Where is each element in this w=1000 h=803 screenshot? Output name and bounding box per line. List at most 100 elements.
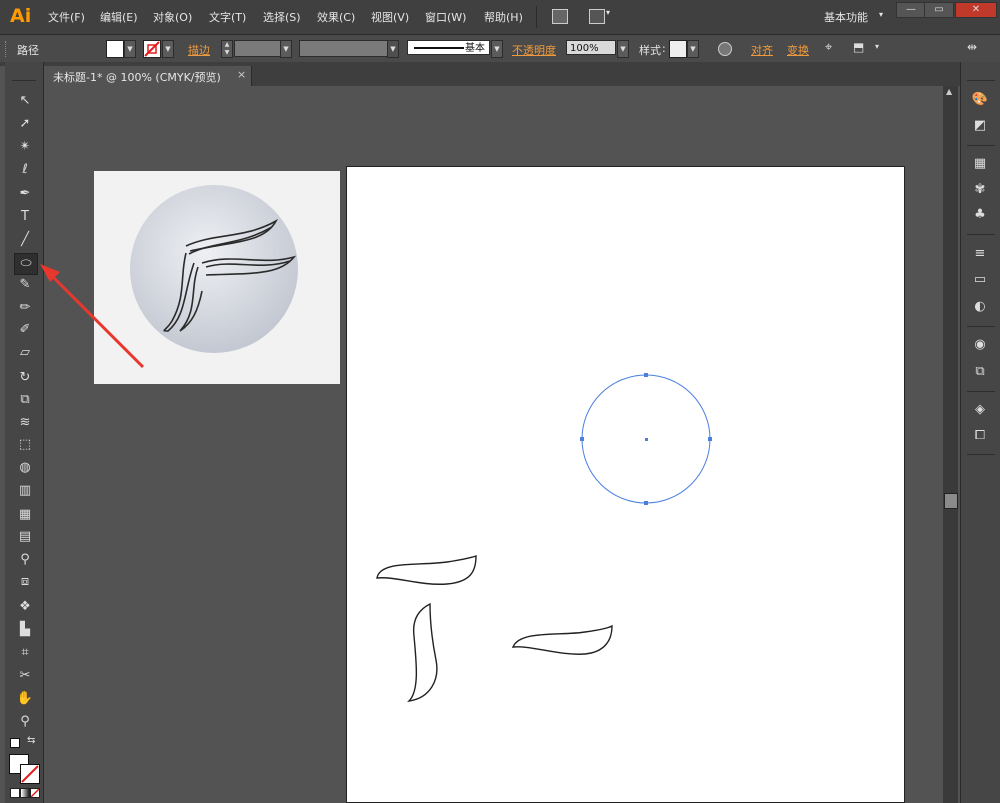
gradient-mode-icon[interactable] — [20, 788, 30, 798]
selection-type-label: 路径 — [17, 44, 39, 57]
menu-help[interactable]: 帮助(H) — [484, 9, 523, 25]
stroke-label[interactable]: 描边 — [188, 42, 210, 58]
menu-type[interactable]: 文字(T) — [209, 9, 246, 25]
graphic-styles-panel-icon[interactable]: ⧉ — [970, 362, 990, 382]
stroke-dropdown-icon[interactable]: ▼ — [162, 40, 174, 58]
opacity-dropdown-icon[interactable]: ▼ — [617, 40, 629, 58]
stroke-panel-icon[interactable]: ≡ — [970, 244, 990, 264]
magic-wand-tool-icon[interactable]: ✴ — [14, 137, 36, 157]
free-transform-tool-icon[interactable]: ⬚ — [14, 435, 36, 455]
recolor-artwork-icon[interactable] — [718, 42, 732, 56]
perspective-grid-tool-icon[interactable]: ▥ — [14, 481, 36, 501]
opacity-field[interactable]: 100% — [566, 40, 616, 55]
isolate-object-icon[interactable]: ⌖ — [825, 40, 832, 55]
artboard[interactable] — [346, 166, 905, 803]
appearance-panel-icon[interactable]: ◉ — [970, 335, 990, 355]
rotate-tool-icon[interactable]: ↻ — [14, 368, 36, 388]
close-tab-icon[interactable]: × — [237, 68, 246, 81]
gradient-tool-icon[interactable]: ▤ — [14, 527, 36, 547]
scroll-up-arrow-icon[interactable]: ▲ — [946, 87, 952, 96]
vertical-scroll-thumb[interactable] — [944, 493, 958, 509]
menu-effect[interactable]: 效果(C) — [317, 9, 355, 25]
menu-view[interactable]: 视图(V) — [371, 9, 409, 25]
hand-tool-icon[interactable]: ✋ — [14, 689, 36, 709]
variable-width-profile[interactable] — [299, 40, 388, 57]
pen-tool-icon[interactable]: ✒ — [14, 184, 36, 204]
blob-brush-tool-icon[interactable]: ✐ — [14, 320, 36, 340]
graphic-style-swatch[interactable] — [669, 40, 687, 58]
scale-tool-icon[interactable]: ⧉ — [14, 390, 36, 410]
arrange-documents-chevron-icon[interactable]: ▾ — [606, 8, 610, 17]
eraser-tool-icon[interactable]: ▱ — [14, 343, 36, 363]
fill-swatch[interactable] — [106, 40, 124, 58]
mesh-tool-icon[interactable]: ▦ — [14, 505, 36, 525]
transparency-panel-icon[interactable]: ◐ — [970, 297, 990, 317]
stroke-weight-stepper[interactable]: ▲ ▼ — [221, 40, 233, 58]
none-mode-icon[interactable] — [30, 788, 40, 798]
maximize-button[interactable]: ▭ — [924, 2, 954, 18]
stroke-preview-line — [414, 47, 464, 49]
color-guide-icon[interactable]: ◩ — [970, 116, 990, 136]
minimize-button[interactable]: — — [896, 2, 926, 18]
slice-tool-icon[interactable]: ✂ — [14, 666, 36, 686]
bridge-icon[interactable] — [552, 9, 568, 24]
ellipse-tool-icon[interactable]: ⬭ — [14, 253, 38, 275]
eyedropper-tool-icon[interactable]: ⚲ — [14, 550, 36, 570]
reference-image[interactable] — [94, 171, 340, 384]
brushes-panel-icon[interactable]: ✾ — [970, 180, 990, 200]
menu-bar: Ai 文件(F) 编辑(E) 对象(O) 文字(T) 选择(S) 效果(C) 视… — [0, 0, 1000, 35]
default-colors-icon[interactable] — [10, 738, 20, 748]
menu-file[interactable]: 文件(F) — [48, 9, 85, 25]
tab-document[interactable]: 未标题-1* @ 100% (CMYK/预览) × — [45, 66, 252, 86]
symbols-panel-icon[interactable]: ♣ — [970, 205, 990, 225]
arrange-documents-icon[interactable] — [589, 9, 605, 24]
menu-object[interactable]: 对象(O) — [153, 9, 192, 25]
width-tool-icon[interactable]: ≋ — [14, 413, 36, 433]
transform-link[interactable]: 变换 — [787, 42, 809, 58]
panel-menu-icon[interactable]: ⇹ — [967, 40, 977, 54]
stroke-color-box[interactable] — [20, 764, 40, 784]
menu-edit[interactable]: 编辑(E) — [100, 9, 138, 25]
direct-selection-tool-icon[interactable]: ➚ — [14, 114, 36, 134]
envelope-icon[interactable]: ⬒ — [853, 40, 864, 54]
workspace-switcher[interactable]: 基本功能 — [824, 9, 868, 25]
pencil-tool-icon[interactable]: ✏ — [14, 298, 36, 318]
fill-dropdown-icon[interactable]: ▼ — [124, 40, 136, 58]
gradient-panel-icon[interactable]: ▭ — [970, 270, 990, 290]
workspace-chevron-icon[interactable]: ▾ — [879, 10, 883, 19]
color-panel-icon[interactable]: 🎨 — [970, 90, 990, 110]
vertical-scrollbar[interactable] — [943, 86, 958, 803]
align-link[interactable]: 对齐 — [751, 42, 773, 58]
dock-divider — [967, 145, 995, 146]
color-mode-icon[interactable] — [10, 788, 20, 798]
envelope-chevron-icon[interactable]: ▾ — [875, 42, 879, 51]
graphic-style-dropdown-icon[interactable]: ▼ — [687, 40, 699, 58]
stroke-swatch[interactable] — [143, 40, 161, 58]
variable-width-dropdown-icon[interactable]: ▼ — [387, 40, 399, 58]
shape-builder-tool-icon[interactable]: ◍ — [14, 458, 36, 478]
line-tool-icon[interactable]: ╱ — [14, 230, 36, 250]
panel-dock: 🎨 ◩ ▦ ✾ ♣ ≡ ▭ ◐ ◉ ⧉ ◈ ⧠ — [960, 62, 1000, 803]
lasso-tool-icon[interactable]: ℓ — [14, 160, 36, 180]
swap-colors-icon[interactable]: ⇆ — [27, 735, 35, 746]
brush-dropdown-icon[interactable]: ▼ — [491, 40, 503, 58]
close-button[interactable]: ✕ — [955, 2, 997, 18]
dock-grip — [967, 80, 995, 81]
selection-tool-icon[interactable]: ↖ — [14, 91, 36, 111]
stroke-weight-dropdown-icon[interactable]: ▼ — [280, 40, 292, 58]
paintbrush-tool-icon[interactable]: ✎ — [14, 275, 36, 295]
swatches-panel-icon[interactable]: ▦ — [970, 154, 990, 174]
zoom-tool-icon[interactable]: ⚲ — [14, 712, 36, 732]
artboards-panel-icon[interactable]: ⧠ — [970, 426, 990, 446]
layers-panel-icon[interactable]: ◈ — [970, 400, 990, 420]
artboard-tool-icon[interactable]: ⌗ — [14, 643, 36, 663]
menu-window[interactable]: 窗口(W) — [425, 9, 466, 25]
menu-select[interactable]: 选择(S) — [263, 9, 301, 25]
blend-tool-icon[interactable]: ⧈ — [14, 572, 36, 592]
brush-definition-field[interactable]: 基本 — [407, 40, 490, 55]
stroke-weight-field[interactable] — [234, 40, 281, 57]
column-graph-tool-icon[interactable]: ▙ — [14, 620, 36, 640]
opacity-label[interactable]: 不透明度 — [512, 42, 556, 58]
symbol-sprayer-tool-icon[interactable]: ❖ — [14, 597, 36, 617]
type-tool-icon[interactable]: T — [14, 207, 36, 227]
